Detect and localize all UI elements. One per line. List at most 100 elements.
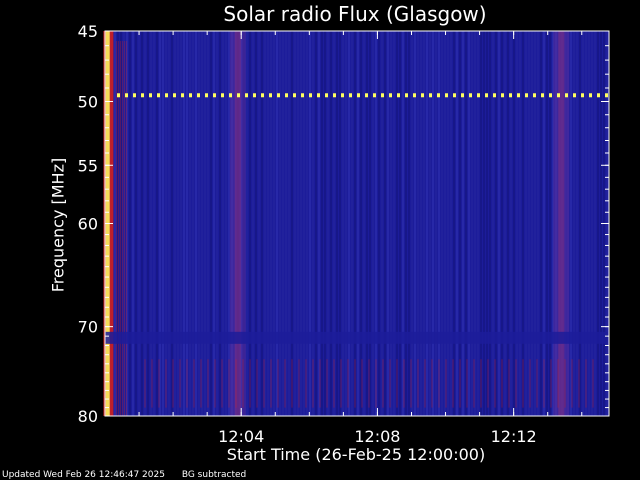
noise-column: [447, 31, 449, 416]
interference-dot: [317, 93, 320, 98]
noise-column: [414, 31, 416, 416]
noise-column: [531, 31, 533, 416]
noise-column: [180, 31, 182, 416]
noise-column: [288, 31, 290, 416]
interference-dot: [421, 93, 424, 98]
interference-dot: [533, 93, 536, 98]
noise-column: [309, 31, 311, 416]
noise-column: [540, 31, 542, 416]
noise-column: [378, 31, 380, 416]
interference-dot: [133, 93, 136, 98]
y-tick-label: 80: [78, 407, 98, 426]
noise-column: [504, 31, 506, 416]
interference-dot: [485, 93, 488, 98]
noise-column: [345, 31, 347, 416]
noise-column: [156, 31, 158, 416]
noise-column: [141, 31, 143, 416]
noise-column: [402, 31, 404, 416]
interference-dot: [117, 93, 120, 98]
interference-dot: [413, 93, 416, 98]
noise-column: [366, 31, 368, 416]
noise-column: [579, 31, 581, 416]
interference-dot: [573, 93, 576, 98]
x-tick-label: 12:04: [218, 427, 264, 446]
noise-column: [471, 31, 473, 416]
noise-column: [264, 31, 266, 416]
noise-column: [225, 31, 227, 416]
noise-column: [321, 31, 323, 416]
x-tick-label: 12:12: [491, 427, 537, 446]
noise-column: [459, 31, 461, 416]
noise-column: [138, 31, 140, 416]
noise-column: [369, 31, 371, 416]
interference-dot: [229, 93, 232, 98]
noise-column: [210, 31, 212, 416]
interference-dot: [301, 93, 304, 98]
noise-column: [381, 31, 383, 416]
noise-column: [483, 31, 485, 416]
noise-column: [537, 31, 539, 416]
interference-dot: [373, 93, 376, 98]
noise-column: [207, 31, 209, 416]
noise-column: [489, 31, 491, 416]
x-tick-label: 12:08: [354, 427, 400, 446]
noise-column: [336, 31, 338, 416]
noise-column: [549, 31, 551, 416]
noise-column: [354, 31, 356, 416]
noise-column: [129, 31, 131, 416]
interference-dot: [245, 93, 248, 98]
noise-column: [495, 31, 497, 416]
noise-column: [204, 31, 206, 416]
interference-dot: [253, 93, 256, 98]
interference-dot: [597, 93, 600, 98]
interference-dot: [213, 93, 216, 98]
noise-column: [216, 31, 218, 416]
noise-column: [522, 31, 524, 416]
interference-dot: [509, 93, 512, 98]
noise-column: [450, 31, 452, 416]
noise-column: [576, 31, 578, 416]
noise-column: [360, 31, 362, 416]
noise-column: [423, 31, 425, 416]
interference-dot: [541, 93, 544, 98]
noise-column: [135, 31, 137, 416]
interference-dot: [389, 93, 392, 98]
interference-dot: [181, 93, 184, 98]
interference-dot: [285, 93, 288, 98]
interference-dot: [349, 93, 352, 98]
noise-column: [342, 31, 344, 416]
interference-dot: [549, 93, 552, 98]
noise-column: [501, 31, 503, 416]
noise-column: [201, 31, 203, 416]
noise-column: [303, 31, 305, 416]
noise-column: [159, 31, 161, 416]
spectrogram-chart: 45505560708012:04 12:08 12:12: [78, 22, 610, 446]
noise-column: [327, 31, 329, 416]
noise-column: [285, 31, 287, 416]
noise-column: [333, 31, 335, 416]
interference-dot: [165, 93, 168, 98]
interference-dot: [477, 93, 480, 98]
faint-band-core: [558, 31, 565, 416]
noise-column: [474, 31, 476, 416]
interference-dot: [221, 93, 224, 98]
noise-column: [498, 31, 500, 416]
noise-column: [165, 31, 167, 416]
noise-column: [468, 31, 470, 416]
noise-column: [294, 31, 296, 416]
noise-column: [435, 31, 437, 416]
noise-column: [348, 31, 350, 416]
noise-column: [270, 31, 272, 416]
interference-dot: [149, 93, 152, 98]
noise-column: [291, 31, 293, 416]
interference-dot: [453, 93, 456, 98]
noise-column: [399, 31, 401, 416]
noise-column: [183, 31, 185, 416]
noise-column: [315, 31, 317, 416]
noise-column: [546, 31, 548, 416]
y-tick-label: 60: [78, 215, 98, 234]
noise-column: [441, 31, 443, 416]
noise-column: [492, 31, 494, 416]
bg-note: BG subtracted: [181, 470, 247, 480]
noise-column: [324, 31, 326, 416]
